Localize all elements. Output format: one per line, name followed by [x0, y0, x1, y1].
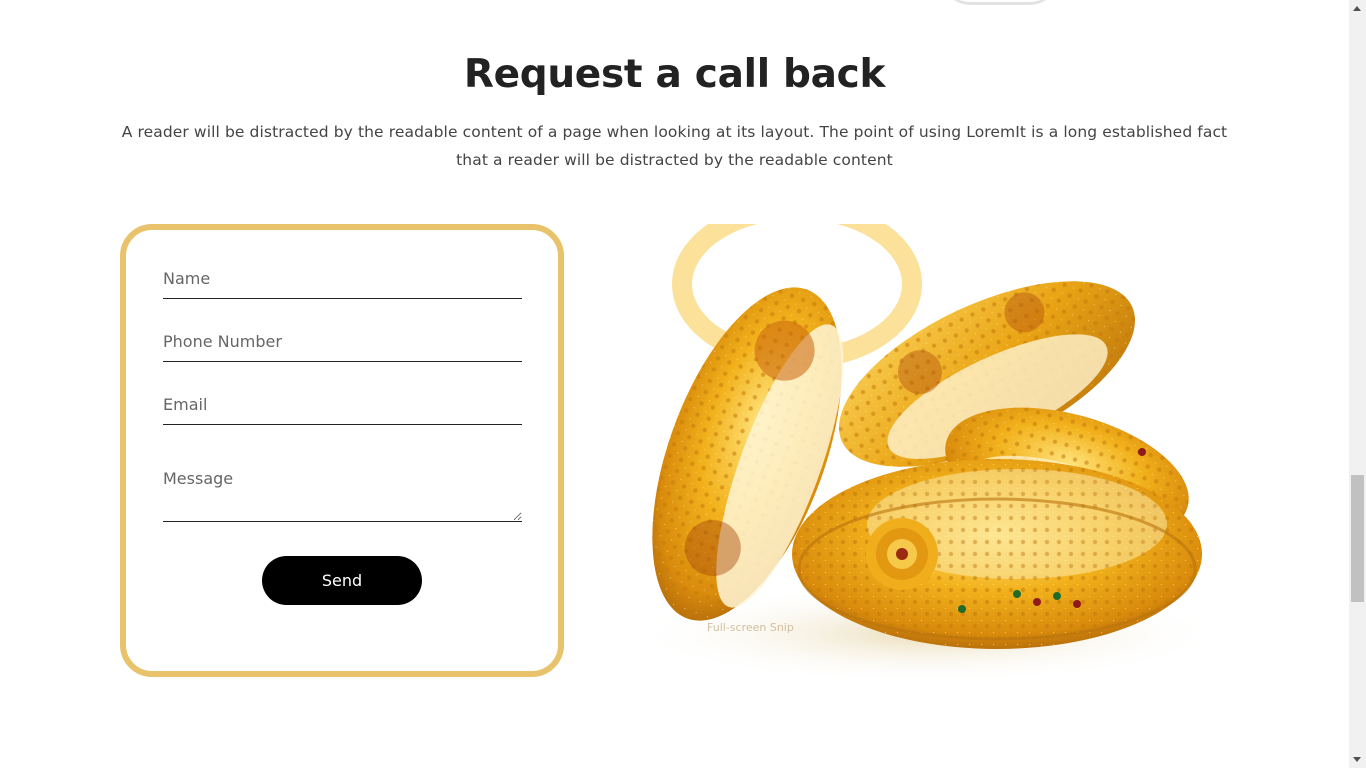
- page: Request a call back A reader will be dis…: [0, 0, 1349, 768]
- name-input[interactable]: [163, 259, 522, 299]
- snip-overlay-text: Full-screen Snip: [707, 621, 794, 634]
- section-title: Request a call back: [463, 52, 886, 97]
- email-input[interactable]: [163, 385, 522, 425]
- scrollbar-thumb[interactable]: [1351, 475, 1364, 602]
- bangles-illustration: Full-screen Snip: [627, 224, 1217, 678]
- callback-form: Send: [120, 224, 564, 677]
- send-button[interactable]: Send: [262, 556, 422, 605]
- phone-input[interactable]: [163, 322, 522, 362]
- gold-bangles-image: Full-screen Snip: [597, 224, 1217, 678]
- message-textarea[interactable]: [163, 462, 522, 522]
- scroll-down-arrow-icon[interactable]: [1353, 757, 1361, 762]
- vertical-scrollbar[interactable]: [1349, 0, 1366, 768]
- section-description: A reader will be distracted by the reada…: [121, 123, 1228, 169]
- scroll-up-arrow-icon[interactable]: [1353, 6, 1361, 11]
- decorative-arc: [940, 0, 1060, 5]
